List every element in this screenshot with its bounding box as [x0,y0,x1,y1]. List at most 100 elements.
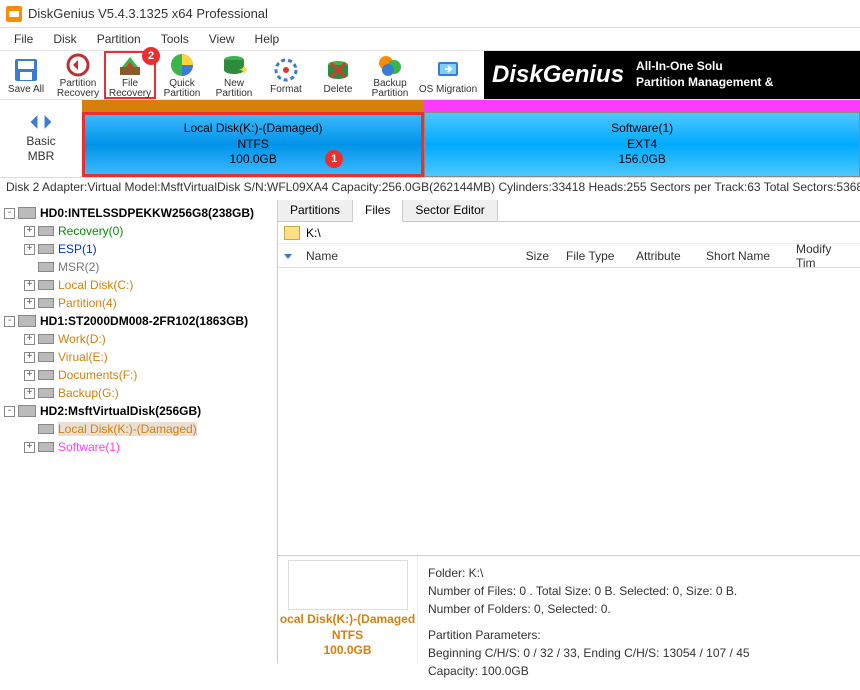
tree-node-label: Backup(G:) [58,386,119,400]
menu-view[interactable]: View [199,30,245,48]
disk-icon [18,207,36,219]
menu-help[interactable]: Help [245,30,290,48]
tree-node[interactable]: -HD0:INTELSSDPEKKW256G8(238GB) [0,204,277,222]
tree-expand-icon[interactable]: + [24,370,35,381]
partition-block-software[interactable]: Software(1) EXT4 156.0GB [424,112,860,177]
partition-chart: Local Disk(K:)-(Damaged) NTFS 100.0GB 1 … [82,100,860,177]
menu-tools[interactable]: Tools [151,30,199,48]
tree-expand-icon[interactable]: + [24,226,35,237]
tree-node[interactable]: + Recovery(0) [0,222,277,240]
file-recovery-button[interactable]: File Recovery 2 [104,51,156,99]
menu-file[interactable]: File [4,30,43,48]
file-grid-body[interactable] [278,268,860,555]
col-attribute[interactable]: Attribute [628,249,698,263]
tree-node-label: Recovery(0) [58,224,123,238]
tab-partitions[interactable]: Partitions [278,200,353,221]
disk-icon [38,280,54,290]
tree-node-label: Local Disk(K:)-(Damaged) [58,422,197,436]
tree-node[interactable]: MSR(2) [0,258,277,276]
tree-node-label: MSR(2) [58,260,99,274]
tree-expand-icon[interactable]: + [24,352,35,363]
col-file-type[interactable]: File Type [558,249,628,263]
tree-node[interactable]: +Local Disk(C:) [0,276,277,294]
file-grid-header: Name Size File Type Attribute Short Name… [278,244,860,268]
tree-expand-icon[interactable]: + [24,442,35,453]
tree-node[interactable]: Local Disk(K:)-(Damaged) [0,420,277,438]
col-size[interactable]: Size [498,249,558,263]
disk-icon [38,298,54,308]
tree-node-label: Virual(E:) [58,350,108,364]
format-icon [271,56,301,84]
tree-expand-icon[interactable]: + [24,298,35,309]
format-button[interactable]: Format [260,51,312,99]
next-disk-icon[interactable] [42,114,54,130]
brand-banner: DiskGenius All-In-One Solu Partition Man… [484,51,860,99]
save-all-button[interactable]: Save All [0,51,52,99]
col-name[interactable]: Name [298,249,498,263]
detail-info: Folder: K:\ Number of Files: 0 . Total S… [418,556,860,663]
delete-button[interactable]: Delete [312,51,364,99]
disk-icon [38,226,54,236]
disk-type-label: Basic MBR [26,134,55,163]
path-row: K:\ [278,222,860,244]
tree-expand-icon[interactable]: + [24,244,35,255]
tree-node[interactable]: + Partition(4) [0,294,277,312]
window-title: DiskGenius V5.4.3.1325 x64 Professional [28,6,268,21]
tree-node[interactable]: -HD2:MsftVirtualDisk(256GB) [0,402,277,420]
tab-files[interactable]: Files [353,200,403,222]
prev-disk-icon[interactable] [28,114,40,130]
backup-partition-icon [375,51,405,78]
disk-chart-row: Basic MBR Local Disk(K:)-(Damaged) NTFS … [0,100,860,178]
quick-partition-button[interactable]: Quick Partition [156,51,208,99]
svg-text:✦: ✦ [239,63,247,77]
tree-expand-icon[interactable]: - [4,208,15,219]
new-partition-button[interactable]: ✦ New Partition [208,51,260,99]
tree-node[interactable]: + Software(1) [0,438,277,456]
tree-expand-icon[interactable]: - [4,406,15,417]
tree-expand-icon[interactable] [24,424,35,435]
disk-icon [38,442,54,452]
partition-block-k[interactable]: Local Disk(K:)-(Damaged) NTFS 100.0GB 1 [82,112,424,177]
tree-node[interactable]: + Virual(E:) [0,348,277,366]
tree-node-label: ESP(1) [58,242,97,256]
partition-recovery-button[interactable]: Partition Recovery [52,51,104,99]
col-modify-time[interactable]: Modify Tim [788,242,860,270]
tree-node-label: Software(1) [58,440,120,454]
col-short-name[interactable]: Short Name [698,249,788,263]
tree-node-label: Partition(4) [58,296,117,310]
tree-expand-icon[interactable]: + [24,280,35,291]
os-migration-button[interactable]: OS Migration [416,51,480,99]
backup-partition-button[interactable]: Backup Partition [364,51,416,99]
tree-node-label: Documents(F:) [58,368,137,382]
chart-top-seg-1 [82,100,424,112]
file-recovery-icon [115,52,145,78]
tree-expand-icon[interactable]: + [24,334,35,345]
tree-node[interactable]: + Work(D:) [0,330,277,348]
path-text: K:\ [306,226,321,240]
detail-panel: ocal Disk(K:)-(Damaged NTFS 100.0GB Fold… [278,555,860,663]
disk-icon [38,352,54,362]
brand-tagline-2: Partition Management & [636,75,773,91]
tree-node[interactable]: + Documents(F:) [0,366,277,384]
titlebar: DiskGenius V5.4.3.1325 x64 Professional [0,0,860,28]
tree-node[interactable]: -HD1:ST2000DM008-2FR102(1863GB) [0,312,277,330]
menu-partition[interactable]: Partition [87,30,151,48]
menubar: File Disk Partition Tools View Help [0,28,860,50]
tree-node[interactable]: + ESP(1) [0,240,277,258]
disk-info-line: Disk 2 Adapter:Virtual Model:MsftVirtual… [0,178,860,200]
tab-sector-editor[interactable]: Sector Editor [403,200,497,221]
disk-icon [38,262,54,272]
disk-icon [38,334,54,344]
tree-node[interactable]: + Backup(G:) [0,384,277,402]
brand-name: DiskGenius [492,61,624,89]
sort-arrow-icon[interactable] [278,251,298,261]
menu-disk[interactable]: Disk [43,30,86,48]
partition-recovery-icon [63,51,93,78]
tree-node-label: Work(D:) [58,332,106,346]
app-logo-icon [6,6,22,22]
tree-expand-icon[interactable]: - [4,316,15,327]
tree-expand-icon[interactable]: + [24,388,35,399]
delete-icon [323,56,353,84]
tree-panel[interactable]: -HD0:INTELSSDPEKKW256G8(238GB) + Recovery(… [0,200,278,663]
tree-expand-icon[interactable] [24,262,35,273]
